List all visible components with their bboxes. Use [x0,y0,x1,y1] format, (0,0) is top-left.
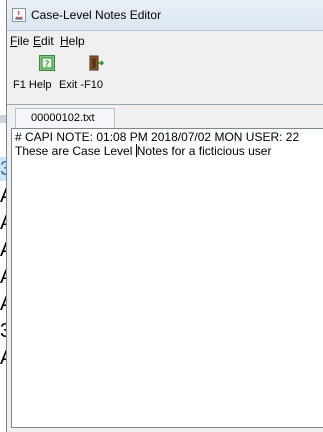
title-bar[interactable]: Case-Level Notes Editor [7,0,323,31]
exit-button-label: Exit -F10 [59,79,104,91]
toolbar: ? F1 Help Exit -F10 [7,51,323,97]
document-tab-area: 00000102.txt # CAPI NOTE: 01:08 PM 2018/… [7,104,323,432]
exit-door-icon [89,55,104,71]
editor-line-1: # CAPI NOTE: 01:08 PM 2018/07/02 MON USE… [15,130,300,144]
menu-file[interactable]: File [10,34,29,48]
editor-line-2-start: These are Case Level [15,144,136,158]
tab-label: 00000102.txt [31,112,95,124]
help-button-label: F1 Help [13,79,52,91]
menu-bar: File Edit Help [7,31,323,51]
tab-document[interactable]: 00000102.txt [15,108,115,128]
java-app-icon [12,8,26,22]
editor-line-2-end: Notes for a ficticious user [136,144,272,158]
exit-button[interactable]: Exit -F10 [57,53,107,95]
window-title: Case-Level Notes Editor [31,8,162,22]
menu-help[interactable]: Help [60,34,85,48]
notes-text-area[interactable]: # CAPI NOTE: 01:08 PM 2018/07/02 MON USE… [11,128,323,428]
help-button[interactable]: ? F1 Help [9,53,55,95]
notes-editor-window: Case-Level Notes Editor File Edit Help ?… [6,0,323,432]
help-icon: ? [39,55,55,71]
svg-text:?: ? [45,60,50,70]
menu-edit[interactable]: Edit [33,34,54,48]
